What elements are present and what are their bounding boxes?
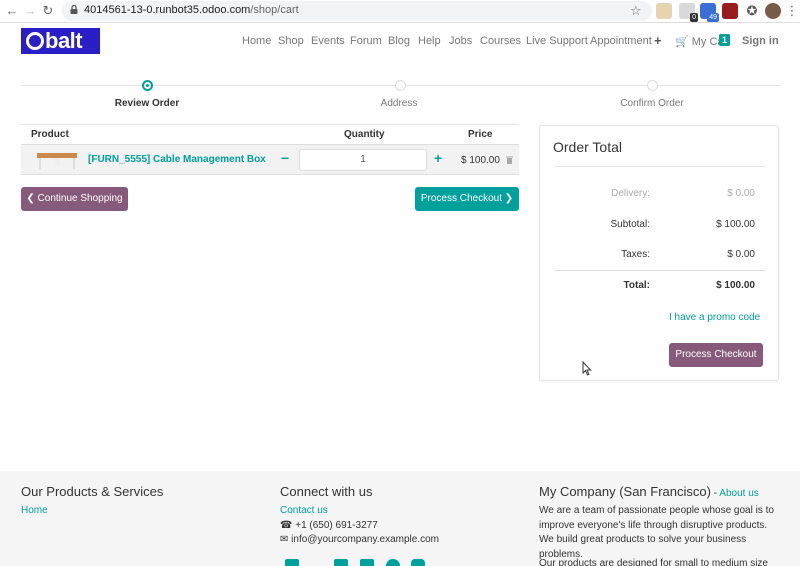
menu-events[interactable]: Events [311, 35, 345, 47]
quantity-plus-button[interactable]: + [434, 150, 442, 166]
linkedin-icon[interactable] [334, 559, 348, 566]
sign-in-link[interactable]: Sign in [742, 35, 779, 47]
quantity-minus-button[interactable]: − [281, 150, 289, 166]
extensions-puzzle-icon[interactable]: ✪ [744, 3, 760, 19]
menu-help[interactable]: Help [418, 35, 441, 47]
total-value: $ 100.00 [716, 280, 755, 291]
url-text[interactable]: 4014561-13-0.runbot35.odoo.com/shop/cart [84, 4, 299, 16]
lock-icon[interactable] [70, 5, 78, 14]
continue-shopping-label: Continue Shopping [37, 193, 123, 204]
order-total-title: Order Total [553, 139, 622, 155]
wizard-step-review: Review Order [114, 98, 180, 109]
extension-incognito-icon[interactable] [656, 3, 672, 19]
footer-phone-text: +1 (650) 691-3277 [295, 520, 378, 531]
forward-icon[interactable]: → [22, 3, 38, 19]
product-thumbnail[interactable] [36, 150, 78, 170]
footer-company-title: My Company (San Francisco) - About us [539, 484, 759, 499]
instagram-icon[interactable] [411, 559, 425, 566]
menu-forum[interactable]: Forum [350, 35, 382, 47]
menu-shop[interactable]: Shop [278, 35, 304, 47]
wizard-step-address: Address [380, 98, 418, 109]
footer-contact-link[interactable]: Contact us [280, 505, 328, 516]
menu-plus-icon[interactable]: + [654, 33, 662, 48]
bookmark-star-icon[interactable]: ☆ [630, 3, 642, 19]
footer-company-name: My Company (San Francisco) [539, 484, 711, 499]
taxes-label: Taxes: [621, 249, 650, 260]
reload-icon[interactable]: ↻ [40, 3, 56, 19]
column-header-price: Price [468, 129, 493, 140]
footer-company-description: We are a team of passionate people whose… [539, 505, 774, 560]
total-label: Total: [623, 280, 650, 291]
delivery-value: $ 0.00 [727, 188, 755, 199]
delivery-label: Delivery: [611, 188, 650, 199]
github-icon[interactable] [386, 559, 400, 566]
browser-toolbar: ← → ↻ 4014561-13-0.runbot35.odoo.com/sho… [0, 0, 800, 23]
column-header-product: Product [31, 129, 69, 140]
facebook-icon[interactable] [285, 559, 299, 566]
extension-red-icon[interactable] [722, 3, 738, 19]
back-icon[interactable]: ← [4, 3, 20, 19]
footer-email: ✉ info@yourcompany.example.com [280, 534, 439, 545]
subtotal-label: Subtotal: [610, 219, 650, 230]
promo-code-link[interactable]: I have a promo code [669, 312, 760, 323]
footer-phone: ☎ +1 (650) 691-3277 [280, 520, 378, 531]
subtotal-value: $ 100.00 [716, 219, 755, 230]
footer-products-title: Our Products & Services [21, 484, 164, 499]
footer-email-text: info@yourcompany.example.com [291, 534, 439, 545]
extension-clipboard-icon[interactable]: 0 [679, 3, 698, 22]
continue-shopping-button[interactable]: ❮ Continue Shopping [21, 187, 128, 211]
line-price: $ 100.00 [461, 155, 500, 166]
column-header-quantity: Quantity [344, 129, 385, 140]
menu-jobs[interactable]: Jobs [449, 35, 472, 47]
table-top-border [21, 124, 519, 125]
taxes-value: $ 0.00 [727, 249, 755, 260]
quantity-input[interactable]: 1 [299, 149, 427, 171]
wizard-step-dot-confirm [647, 80, 658, 91]
profile-avatar[interactable] [765, 3, 781, 19]
footer-connect-title: Connect with us [280, 484, 373, 499]
process-checkout-label: Process Checkout [420, 193, 502, 204]
wizard-step-dot-review [142, 80, 153, 91]
youtube-icon[interactable] [360, 559, 374, 566]
product-name-link[interactable]: [FURN_5555] Cable Management Box [88, 154, 266, 165]
footer-about-link[interactable]: About us [719, 488, 758, 499]
wizard-step-dot-address [395, 80, 406, 91]
menu-live-support[interactable]: Live Support [526, 35, 588, 47]
footer-home-link[interactable]: Home [21, 505, 48, 516]
card-process-checkout-button[interactable]: Process Checkout [669, 343, 763, 367]
menu-appointment[interactable]: Appointment [590, 35, 652, 47]
menu-courses[interactable]: Courses [480, 35, 521, 47]
card-divider [555, 166, 765, 167]
footer-company-description-2: Our products are designed for small to m… [539, 558, 768, 566]
menu-home[interactable]: Home [242, 35, 271, 47]
twitter-icon[interactable] [310, 559, 324, 566]
cart-count-badge: 1 [719, 34, 731, 46]
menu-blog[interactable]: Blog [388, 35, 410, 47]
extension-translate-icon[interactable]: 49 [700, 3, 719, 22]
more-menu-icon[interactable]: ⋮ [784, 3, 800, 19]
trash-icon[interactable] [506, 156, 513, 164]
wizard-step-confirm: Confirm Order [620, 98, 684, 109]
logo[interactable]: balt [21, 28, 100, 54]
mouse-cursor-icon [582, 361, 592, 376]
total-divider [555, 270, 765, 271]
